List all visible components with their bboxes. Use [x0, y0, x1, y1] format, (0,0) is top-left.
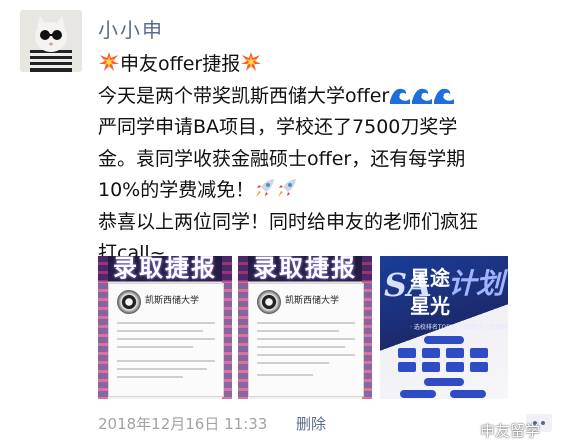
- watermark: 申友留学: [480, 422, 541, 440]
- collision-emoji-icon: [99, 52, 119, 71]
- post-image-offer-1[interactable]: 录取捷报 凯斯西储大学: [98, 256, 232, 399]
- poster-box: [422, 348, 440, 358]
- letter-text-line: [117, 368, 207, 370]
- poster-pill: [400, 390, 436, 398]
- post-timestamp: 2018年12月16日 11:33: [98, 415, 268, 433]
- letter-text-line: [117, 338, 215, 340]
- poster-box: [446, 348, 464, 358]
- letter-text-line: [117, 330, 203, 332]
- letter-text-line: [257, 362, 329, 364]
- letter-text-line: [257, 330, 339, 332]
- delete-button[interactable]: 删除: [296, 413, 326, 434]
- offer-letter: 凯斯西储大学: [108, 283, 224, 397]
- poster-box-row: [398, 348, 488, 358]
- post-line-5: 10%的学费减免！: [98, 175, 498, 207]
- post-line-2-text: 今天是两个带奖凯斯西储大学offer: [98, 84, 390, 107]
- university-name: 凯斯西储大学: [145, 296, 200, 306]
- poster-box: [470, 362, 488, 372]
- university-name: 凯斯西储大学: [285, 296, 340, 306]
- rocket-emoji-icon: [278, 179, 297, 197]
- post-image-grid: 录取捷报 凯斯西储大学 录取捷报 凯斯西储大学 SA 星途 星光 计划 · 选校…: [98, 256, 508, 399]
- rocket-emoji-icon: [256, 179, 275, 197]
- letter-text-line: [117, 376, 183, 378]
- poster-title-star-path: 星途: [410, 266, 450, 290]
- avatar[interactable]: [20, 10, 82, 72]
- poster-box: [422, 362, 440, 372]
- water-wave-emoji-icon: [434, 88, 455, 104]
- username[interactable]: 小小申: [98, 14, 164, 43]
- post-line-2: 今天是两个带奖凯斯西储大学offer: [98, 81, 498, 113]
- poster-box-row: [398, 362, 488, 372]
- poster-title: 录取捷报: [253, 256, 357, 282]
- post-image-program-poster[interactable]: SA 星途 星光 计划 · 选校排名TOP30 / TOP50 / TOP80~…: [380, 256, 508, 399]
- water-wave-emoji-icon: [390, 88, 411, 104]
- university-seal-icon: [117, 290, 141, 314]
- poster-plan-label: 计划: [447, 267, 504, 300]
- post-line-1: 申友offer捷报: [98, 49, 498, 81]
- letter-text-line: [117, 346, 193, 348]
- university-seal-icon: [257, 290, 281, 314]
- letter-text-line: [257, 338, 355, 340]
- post-line-4: 金。袁同学收获金融硕士offer，还有每学期: [98, 147, 466, 170]
- poster-box: [446, 362, 464, 372]
- letter-text-line: [257, 354, 355, 356]
- poster-box: [470, 348, 488, 358]
- post-line-5-text: 10%的学费减免！: [98, 179, 255, 201]
- poster-pill: [424, 378, 464, 386]
- cat-avatar-icon: [20, 10, 82, 72]
- post-image-offer-2[interactable]: 录取捷报 凯斯西储大学: [238, 256, 372, 399]
- poster-subtitle: · 选校排名TOP30 / TOP50 / TOP80~120 ·: [410, 324, 508, 331]
- poster-pill: [450, 390, 486, 398]
- post-headline: 申友offer捷报: [120, 53, 241, 75]
- water-wave-emoji-icon: [412, 88, 433, 104]
- post-text: 申友offer捷报 今天是两个带奖凯斯西储大学offer 严同学申请BA项目，学…: [98, 49, 498, 270]
- letter-text-line: [117, 322, 215, 324]
- poster-title: 录取捷报: [113, 256, 217, 282]
- post-line-3: 严同学申请BA项目，学校还了7500刀奖学: [98, 116, 458, 138]
- poster-pill: [424, 336, 464, 344]
- poster-box: [398, 362, 416, 372]
- offer-letter: 凯斯西储大学: [248, 283, 364, 397]
- letter-text-line: [117, 360, 215, 362]
- letter-text-line: [257, 374, 313, 376]
- poster-box: [398, 348, 416, 358]
- post-line-6: 恭喜以上两位同学！同时给申友的老师们疯狂: [98, 210, 479, 233]
- letter-text-line: [257, 346, 345, 348]
- comment-dot-icon: [541, 421, 545, 425]
- letter-text-line: [257, 322, 355, 324]
- poster-title-star-light: 星光: [410, 294, 450, 318]
- collision-emoji-icon: [241, 52, 262, 71]
